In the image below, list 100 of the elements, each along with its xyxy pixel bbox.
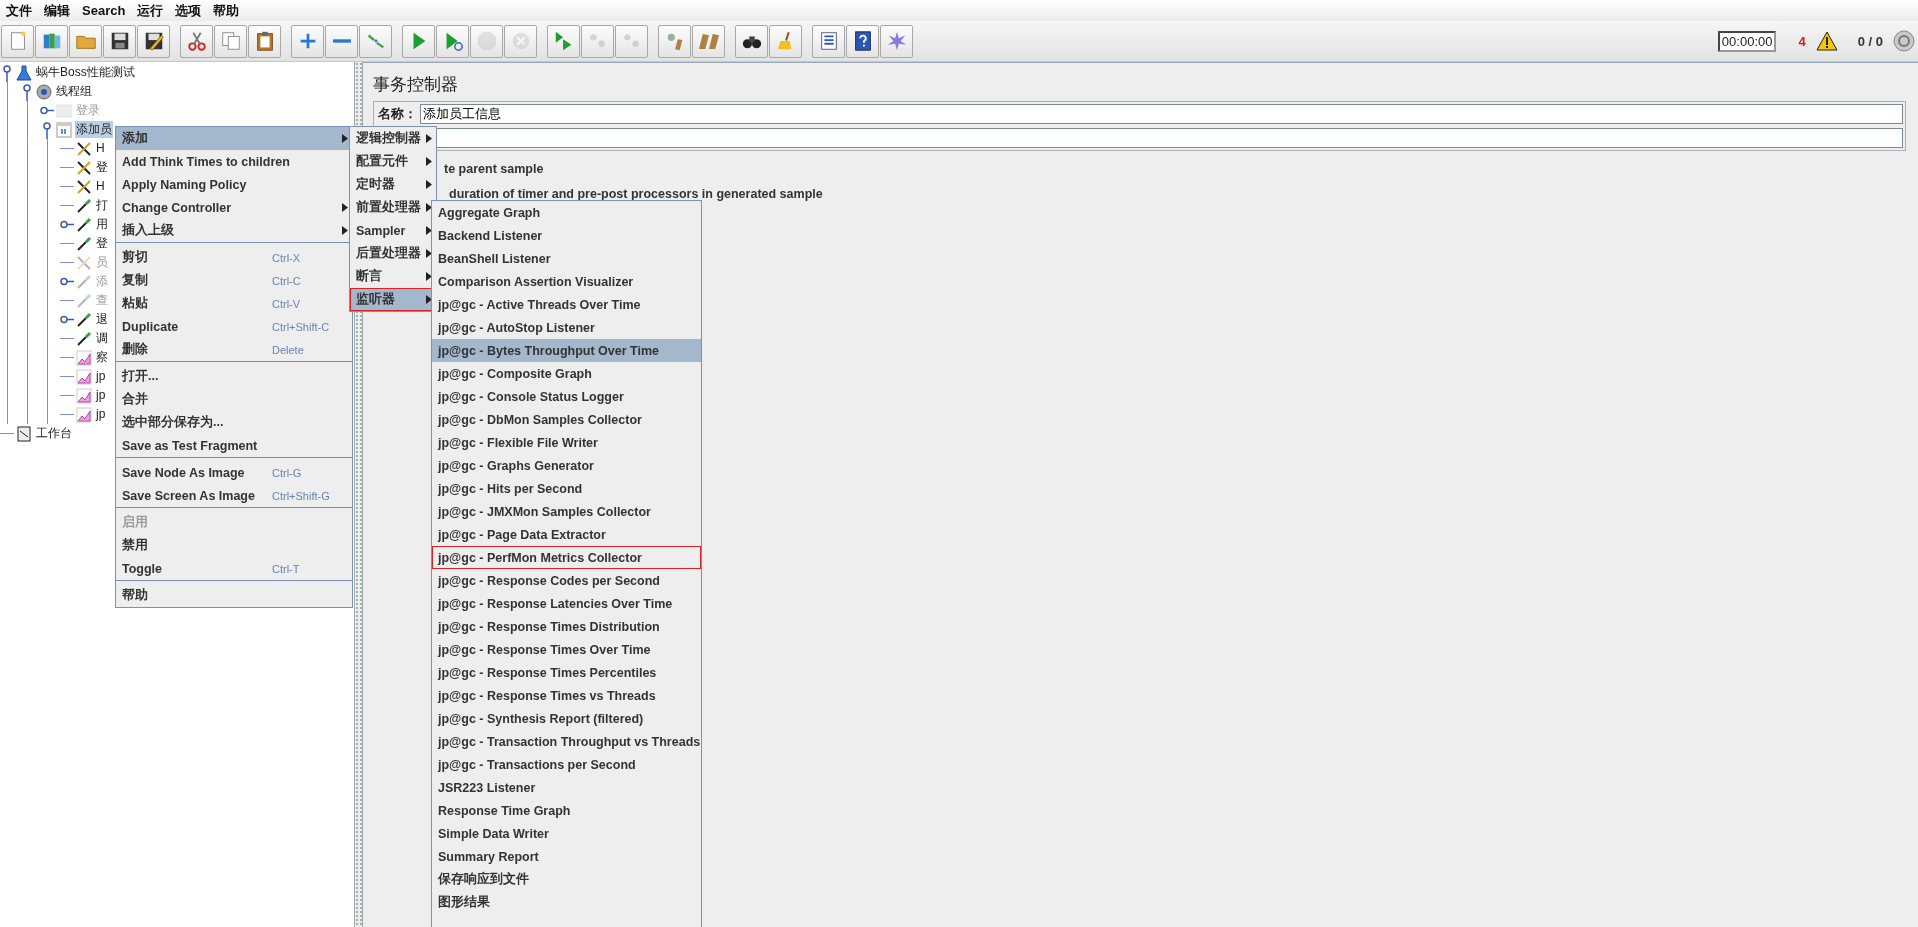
menu[interactable]: Search bbox=[76, 1, 132, 20]
name-field[interactable]: 添加员工信息 bbox=[420, 104, 1903, 124]
menu-item[interactable]: Change Controller bbox=[116, 196, 352, 219]
tree-item[interactable]: 打 bbox=[95, 197, 109, 214]
start-no-pauses-button[interactable] bbox=[436, 24, 469, 58]
paste-button[interactable] bbox=[248, 24, 281, 58]
menu-item[interactable]: jp@gc - JMXMon Samples Collector bbox=[432, 500, 701, 523]
clear-button[interactable] bbox=[658, 24, 691, 58]
help-button[interactable] bbox=[846, 24, 879, 58]
menu-item[interactable]: jp@gc - Page Data Extractor bbox=[432, 523, 701, 546]
menu-item[interactable]: Save as Test Fragment bbox=[116, 434, 352, 457]
menu[interactable]: 选项 bbox=[169, 1, 208, 20]
save-button[interactable] bbox=[103, 24, 136, 58]
menu-item[interactable]: jp@gc - Response Latencies Over Time bbox=[432, 592, 701, 615]
menu-item[interactable]: Save Screen As Image Ctrl+Shift-G bbox=[116, 484, 352, 507]
menu-item[interactable]: jp@gc - Composite Graph bbox=[432, 362, 701, 385]
collapse-handle[interactable] bbox=[0, 63, 14, 82]
save-as-button[interactable] bbox=[137, 24, 170, 58]
tree-item[interactable]: jp bbox=[95, 368, 107, 385]
collapse-button[interactable] bbox=[325, 24, 358, 58]
shortcut-label: Ctrl-X bbox=[272, 251, 302, 264]
menu-item[interactable]: Apply Naming Policy bbox=[116, 173, 352, 196]
menu-item[interactable]: jp@gc - Synthesis Report (filtered) bbox=[432, 707, 701, 730]
menu-item[interactable]: Response Time Graph bbox=[432, 799, 701, 822]
menu-item[interactable]: 保存响应到文件 bbox=[432, 868, 701, 891]
tree-item[interactable]: jp bbox=[95, 406, 107, 423]
search-button[interactable] bbox=[735, 24, 768, 58]
tree-item[interactable]: 调 bbox=[95, 330, 109, 347]
tree-item[interactable]: 登 bbox=[95, 159, 109, 176]
menu-item[interactable]: jp@gc - Hits per Second bbox=[432, 477, 701, 500]
menu[interactable]: 编辑 bbox=[38, 1, 76, 20]
warning-icon[interactable] bbox=[1815, 31, 1838, 51]
menu-item[interactable]: jp@gc - Transactions per Second bbox=[432, 753, 701, 776]
tree-item[interactable]: 蜗牛Boss性能测试 bbox=[35, 64, 136, 81]
menu-item[interactable]: Summary Report bbox=[432, 845, 701, 868]
menu-item[interactable]: 添加 bbox=[116, 127, 352, 150]
menu-item[interactable]: 插入上级 bbox=[116, 219, 352, 242]
menu-item[interactable]: jp@gc - Response Times Percentiles bbox=[432, 661, 701, 684]
menu-item[interactable]: 打开... bbox=[116, 365, 352, 388]
menu-item[interactable]: 合并 bbox=[116, 388, 352, 411]
clear-all-button[interactable] bbox=[692, 24, 725, 58]
menu-item[interactable]: jp@gc - Response Times Distribution bbox=[432, 615, 701, 638]
menu-item[interactable]: jp@gc - Flexible File Writer bbox=[432, 431, 701, 454]
menu-item[interactable]: jp@gc - AutoStop Listener bbox=[432, 316, 701, 339]
menu-item[interactable]: 选中部分保存为... bbox=[116, 411, 352, 434]
tree-item[interactable]: 线程组 bbox=[55, 83, 93, 100]
start-button[interactable] bbox=[402, 24, 435, 58]
circle-icon[interactable] bbox=[1893, 30, 1915, 52]
remote-start-button[interactable] bbox=[547, 24, 580, 58]
tree-item[interactable]: 察 bbox=[95, 349, 109, 366]
tree-item[interactable]: H bbox=[95, 178, 106, 195]
menu-item[interactable]: BeanShell Listener bbox=[432, 247, 701, 270]
menu-item[interactable]: 复制 Ctrl-C bbox=[116, 269, 352, 292]
shortcut-label: Ctrl-C bbox=[272, 274, 302, 287]
tree-item[interactable]: 登 bbox=[95, 235, 109, 252]
menu-item[interactable]: 禁用 bbox=[116, 534, 352, 557]
menu-item[interactable]: Aggregate Graph bbox=[432, 201, 701, 224]
function-helper-button[interactable] bbox=[812, 24, 845, 58]
menu-item[interactable]: 粘贴 Ctrl-V bbox=[116, 292, 352, 315]
menu-item[interactable]: 剪切 Ctrl-X bbox=[116, 246, 352, 269]
menu-item[interactable]: jp@gc - Graphs Generator bbox=[432, 454, 701, 477]
tree-item[interactable]: jp bbox=[95, 387, 107, 404]
copy-button[interactable] bbox=[214, 24, 247, 58]
menu-item[interactable]: jp@gc - Console Status Logger bbox=[432, 385, 701, 408]
tree-item[interactable]: 添加员 bbox=[75, 121, 113, 138]
menu-item[interactable]: jp@gc - PerfMon Metrics Collector bbox=[432, 546, 701, 569]
toggle-button[interactable] bbox=[359, 24, 392, 58]
tree-item[interactable]: H bbox=[95, 140, 106, 157]
menu-item[interactable]: Toggle Ctrl-T bbox=[116, 557, 352, 580]
menu-item[interactable]: jp@gc - Response Codes per Second bbox=[432, 569, 701, 592]
collapse-handle[interactable] bbox=[20, 82, 34, 101]
cut-button[interactable] bbox=[180, 24, 213, 58]
menu[interactable]: 文件 bbox=[0, 1, 38, 20]
menu-item[interactable]: 删除 Delete bbox=[116, 338, 352, 361]
templates-button[interactable] bbox=[35, 24, 68, 58]
menu-item[interactable]: Add Think Times to children bbox=[116, 150, 352, 173]
new-button[interactable] bbox=[1, 24, 34, 58]
tree-item[interactable]: 用 bbox=[95, 216, 109, 233]
menu-item[interactable]: jp@gc - Transaction Throughput vs Threads bbox=[432, 730, 701, 753]
menu-item[interactable]: Save Node As Image Ctrl-G bbox=[116, 461, 352, 484]
expand-button[interactable] bbox=[291, 24, 324, 58]
menu-item[interactable]: jp@gc - DbMon Samples Collector bbox=[432, 408, 701, 431]
menu-item[interactable]: Backend Listener bbox=[432, 224, 701, 247]
menu-item[interactable]: 图形结果 bbox=[432, 891, 701, 914]
menu-item[interactable]: jp@gc - Response Times vs Threads bbox=[432, 684, 701, 707]
tree-item[interactable]: 工作台 bbox=[35, 425, 73, 442]
menu-item[interactable]: Simple Data Writer bbox=[432, 822, 701, 845]
menu-item[interactable]: 逻辑控制器 bbox=[350, 127, 436, 150]
menu-item[interactable]: 配置元件 bbox=[350, 150, 436, 173]
collapse-handle[interactable] bbox=[40, 120, 54, 139]
menu[interactable]: 运行 bbox=[131, 1, 170, 20]
tree-item[interactable]: 退 bbox=[95, 311, 109, 328]
menu-item[interactable]: 定时器 bbox=[350, 173, 436, 196]
menu-item[interactable]: 帮助 bbox=[116, 584, 352, 607]
menu[interactable]: 帮助 bbox=[207, 1, 246, 20]
stop-icon bbox=[475, 30, 498, 52]
menu-item[interactable]: jp@gc - Response Times Over Time bbox=[432, 638, 701, 661]
menu-item[interactable]: JSR223 Listener bbox=[432, 776, 701, 799]
menu-item[interactable]: Duplicate Ctrl+Shift-C bbox=[116, 315, 352, 338]
menu-item[interactable]: jp@gc - Bytes Throughput Over Time bbox=[432, 339, 701, 362]
